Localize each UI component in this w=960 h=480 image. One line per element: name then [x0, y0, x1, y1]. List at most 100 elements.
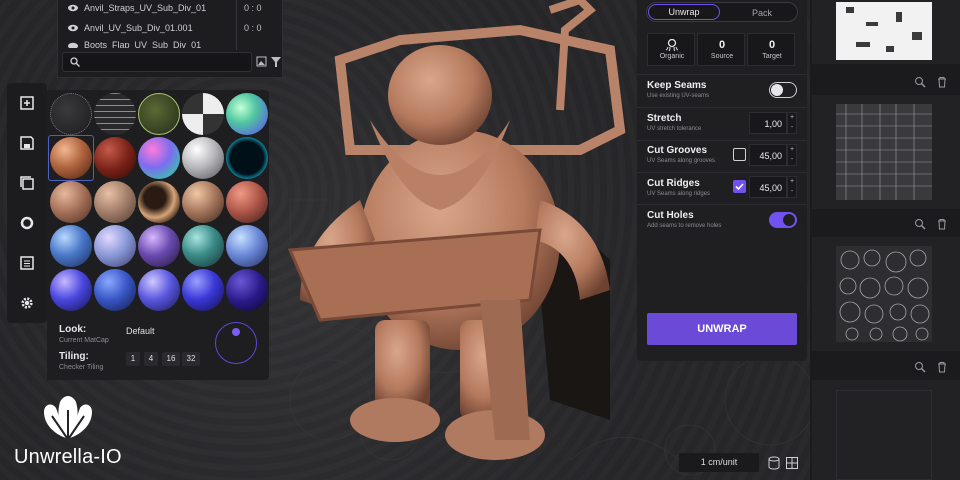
cut-holes-toggle[interactable] [769, 212, 797, 228]
add-button[interactable] [7, 83, 47, 123]
stretch-title: Stretch [647, 113, 682, 124]
cut-ridges-sub: UV Seams along ridges [647, 191, 711, 197]
matcap-skin[interactable] [50, 181, 92, 223]
eye-icon[interactable] [68, 24, 78, 32]
eye-icon[interactable] [68, 4, 78, 12]
tiling-option-4[interactable]: 4 [144, 352, 158, 366]
checker-icon[interactable] [786, 457, 798, 469]
uv-card[interactable] [812, 95, 960, 209]
matcap-salmon[interactable] [226, 181, 268, 223]
add-icon [20, 96, 34, 110]
target-stat: 0 Target [747, 33, 795, 66]
outliner-row[interactable]: Boots_Flap_UV_Sub_Div_01 [58, 40, 284, 48]
list-button[interactable] [7, 243, 47, 283]
stretch-input[interactable]: 1,00 [749, 112, 787, 134]
matcap-lavender[interactable] [94, 225, 136, 267]
cut-holes-title: Cut Holes [647, 210, 694, 221]
increment-icon[interactable]: + [788, 177, 796, 187]
matcap-copper[interactable] [182, 181, 224, 223]
save-button[interactable] [7, 123, 47, 163]
brand-name: Unwrella-IO [14, 446, 122, 468]
filter-icon[interactable] [271, 57, 281, 67]
trash-icon[interactable] [936, 76, 948, 88]
uv-card[interactable] [812, 0, 960, 64]
matcap-ultramarine[interactable] [182, 269, 224, 311]
increment-icon[interactable]: + [788, 145, 796, 155]
divider [637, 107, 807, 108]
keep-seams-title: Keep Seams [647, 80, 707, 91]
tab-unwrap[interactable]: Unwrap [648, 4, 720, 20]
cut-ridges-angle-input[interactable]: 45,00 [749, 176, 787, 198]
tab-pack[interactable]: Pack [727, 5, 797, 21]
outliner-search-input[interactable] [62, 52, 252, 72]
stat-label: Source [710, 53, 734, 60]
decrement-icon[interactable]: - [788, 123, 796, 133]
eye-icon[interactable] [68, 42, 78, 48]
keep-seams-toggle[interactable] [769, 82, 797, 98]
cut-ridges-checkbox[interactable] [733, 180, 746, 193]
settings-button[interactable] [7, 283, 47, 323]
shuffle-icon[interactable] [914, 361, 926, 373]
outliner-row[interactable]: Anvil_Straps_UV_Sub_Div_01 0 : 0 [58, 0, 284, 20]
outliner-row[interactable]: Anvil_UV_Sub_Div_01.001 0 : 0 [58, 20, 284, 40]
matcap-wireframe[interactable] [50, 93, 92, 135]
decrement-icon[interactable]: - [788, 155, 796, 165]
tiling-option-16[interactable]: 16 [162, 352, 180, 366]
outliner-row-name: Anvil_UV_Sub_Div_01.001 [84, 23, 193, 33]
unwrap-panel: Unwrap Pack Organic 0 Source 0 Target Ke… [637, 0, 807, 361]
shuffle-icon[interactable] [914, 76, 926, 88]
unwrap-button[interactable]: UNWRAP [647, 313, 797, 345]
cylinder-icon[interactable] [768, 456, 780, 470]
stretch-stepper[interactable]: + - [787, 112, 797, 134]
tiling-option-1[interactable]: 1 [126, 352, 140, 366]
uv-card[interactable] [812, 237, 960, 351]
light-handle[interactable] [232, 328, 240, 336]
matcap-white[interactable] [182, 137, 224, 179]
save-icon [20, 136, 34, 150]
trash-icon[interactable] [936, 361, 948, 373]
gear-icon [21, 297, 33, 309]
matcap-clay[interactable] [50, 137, 92, 179]
matcap-checker[interactable] [182, 93, 224, 135]
matcap-violet[interactable] [138, 225, 180, 267]
matcap-royal[interactable] [94, 269, 136, 311]
matcap-button[interactable] [7, 203, 47, 243]
organic-toggle[interactable]: Organic [647, 33, 695, 66]
matcap-red[interactable] [94, 137, 136, 179]
octopus-icon [665, 39, 679, 51]
matcap-periwinkle[interactable] [226, 225, 268, 267]
units-display[interactable]: 1 cm/unit [679, 453, 759, 472]
matcap-blue[interactable] [50, 225, 92, 267]
light-direction-dial[interactable] [215, 322, 257, 364]
matcap-chrome[interactable] [138, 181, 180, 223]
matcap-wire-green[interactable] [138, 93, 180, 135]
matcap-grid[interactable] [94, 93, 136, 135]
cut-grooves-angle-input[interactable]: 45,00 [749, 144, 787, 166]
matcap-glow[interactable] [226, 137, 268, 179]
character-model[interactable] [280, 0, 640, 470]
matcap-teal[interactable] [182, 225, 224, 267]
shuffle-icon[interactable] [914, 218, 926, 230]
matcap-deep-purple[interactable] [226, 269, 268, 311]
tiling-option-32[interactable]: 32 [182, 352, 200, 366]
layers-button[interactable] [7, 163, 47, 203]
matcap-panel: Look: Current MatCap Default Tiling: Che… [47, 90, 269, 380]
mode-tabs: Unwrap Pack [646, 2, 798, 22]
stat-value: 0 [768, 39, 776, 51]
trash-icon[interactable] [936, 218, 948, 230]
increment-icon[interactable]: + [788, 113, 796, 123]
matcap-iridescent[interactable] [226, 93, 268, 135]
decrement-icon[interactable]: - [788, 187, 796, 197]
matcap-tan[interactable] [94, 181, 136, 223]
uv-card[interactable] [812, 380, 960, 480]
cut-ridges-stepper[interactable]: + - [787, 176, 797, 198]
matcap-rainbow[interactable] [138, 137, 180, 179]
cut-grooves-stepper[interactable]: + - [787, 144, 797, 166]
layers-icon [20, 176, 34, 190]
stretch-sub: UV stretch tolerance [647, 126, 702, 132]
matcap-indigo[interactable] [50, 269, 92, 311]
image-icon[interactable] [256, 56, 267, 67]
cut-grooves-checkbox[interactable] [733, 148, 746, 161]
toggle-knob [783, 214, 795, 226]
matcap-glass[interactable] [138, 269, 180, 311]
